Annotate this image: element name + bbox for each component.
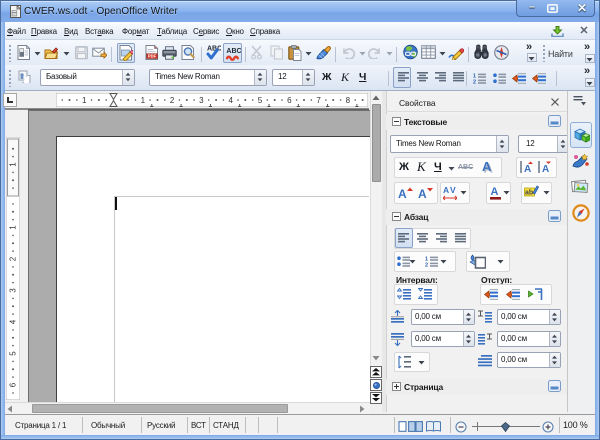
svg-text:V: V [450,185,456,195]
svg-text:6: 6 [9,382,18,387]
svg-text:PDF: PDF [148,54,157,59]
svg-text:2: 2 [170,96,175,105]
svg-text:1: 1 [82,96,87,105]
svg-text:3: 3 [9,288,18,293]
svg-text:1: 1 [141,96,146,105]
svg-text:A: A [418,187,427,201]
svg-text:ab: ab [525,190,533,197]
svg-text:1: 1 [9,225,18,230]
svg-text:5: 5 [258,96,263,105]
svg-text:2: 2 [9,256,18,261]
svg-text:8: 8 [346,96,351,105]
svg-text:1: 1 [9,162,18,167]
svg-text:7: 7 [316,96,321,105]
svg-text:A: A [524,164,531,175]
svg-text:5: 5 [9,351,18,356]
svg-text:4: 4 [228,96,233,105]
svg-text:ABC: ABC [207,46,221,53]
svg-text:A: A [491,186,499,198]
svg-text:2: 2 [425,263,428,268]
svg-text:A: A [398,187,407,201]
svg-text:6: 6 [287,96,292,105]
svg-text:3: 3 [199,96,204,105]
svg-text:ABC: ABC [226,48,241,55]
svg-text:A: A [542,164,549,175]
svg-text:2: 2 [473,80,476,85]
svg-text:A: A [443,185,449,195]
svg-text:4: 4 [9,319,18,324]
